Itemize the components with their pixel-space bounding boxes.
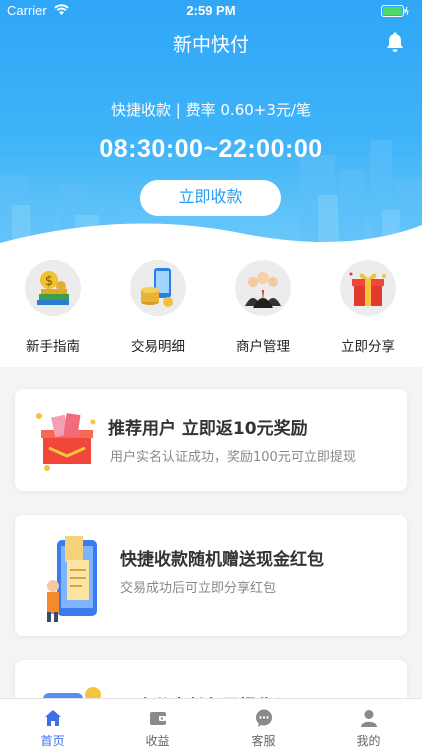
tab-label-home: 首页 (40, 734, 65, 748)
menu-label-guide: 新手指南 (26, 339, 80, 355)
wallet-icon (149, 712, 166, 725)
tab-bar: 首页 收益 客服 我的 (0, 698, 422, 750)
quick-menu: $ 新手指南 交易明细 商户管理 立即分享 (0, 244, 422, 367)
menu-item-share[interactable]: 立即分享 (323, 260, 413, 355)
status-time: 2:59 PM (186, 3, 236, 18)
collect-now-button[interactable]: 立即收款 (140, 180, 281, 216)
tab-service[interactable]: 客服 (211, 699, 316, 750)
tab-home[interactable]: 首页 (0, 699, 105, 750)
menu-label-share: 立即分享 (341, 339, 395, 355)
business-people-icon (235, 260, 291, 316)
menu-item-guide[interactable]: $ 新手指南 (8, 260, 98, 355)
home-icon (44, 710, 61, 726)
chat-icon (255, 709, 272, 727)
menu-item-transactions[interactable]: 交易明细 (113, 260, 203, 355)
red-packet-card[interactable]: 快捷收款随机赠送现金红包 交易成功后可立即分享红包 (15, 515, 407, 636)
referral-subtitle: 用户实名认证成功，奖励100元可立即提现 (110, 450, 356, 465)
phone-coins-icon (130, 260, 186, 316)
menu-item-merchant[interactable]: 商户管理 (218, 260, 308, 355)
red-packet-title: 快捷收款随机赠送现金红包 (120, 550, 324, 570)
business-hours: 08:30:00~22:00:00 (99, 135, 323, 163)
header-banner: Carrier 2:59 PM 新中快付 快捷收款 | 费率 0.60+3元/笔… (0, 0, 422, 255)
menu-label-merchant: 商户管理 (236, 339, 290, 355)
tab-label-service: 客服 (251, 734, 276, 748)
tab-label-earnings: 收益 (145, 734, 170, 748)
red-packet-subtitle: 交易成功后可立即分享红包 (120, 581, 277, 596)
money-books-icon: $ (25, 260, 81, 316)
referral-title: 推荐用户 立即返10元奖励 (108, 419, 308, 439)
user-icon (360, 710, 377, 727)
referral-card[interactable]: 推荐用户 立即返10元奖励 用户实名认证成功，奖励100元可立即提现 (15, 389, 407, 491)
fee-rate-text: 快捷收款 | 费率 0.60+3元/笔 (111, 101, 311, 119)
phone-receipt-icon (47, 536, 97, 622)
svg-text:$: $ (45, 274, 53, 289)
tab-profile[interactable]: 我的 (316, 699, 421, 750)
bell-icon[interactable] (385, 32, 405, 54)
status-bar: Carrier 2:59 PM (0, 0, 422, 22)
tab-earnings[interactable]: 收益 (105, 699, 210, 750)
battery-icon (381, 5, 409, 17)
app-title: 新中快付 (172, 34, 249, 56)
gift-box-icon (340, 260, 396, 316)
tab-label-profile: 我的 (356, 734, 381, 748)
red-envelope-box-icon (36, 413, 96, 471)
menu-label-transactions: 交易明细 (131, 339, 185, 355)
